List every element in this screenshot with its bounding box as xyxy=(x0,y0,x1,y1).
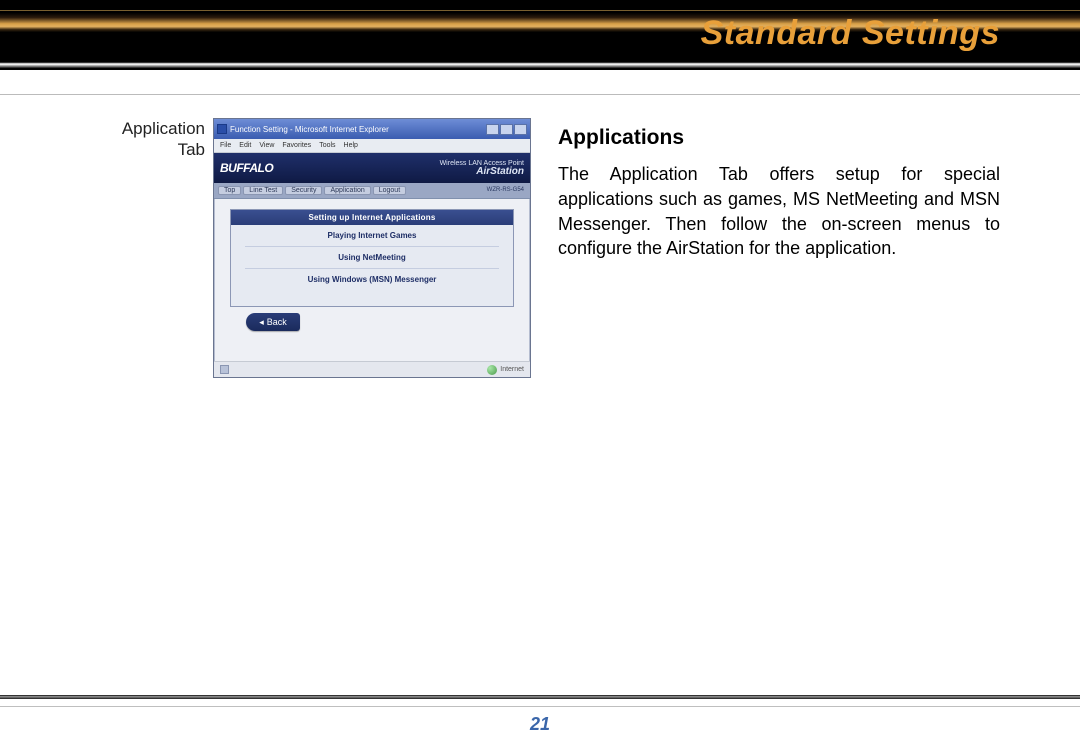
menu-item[interactable]: Tools xyxy=(319,142,335,149)
figure-caption: Application Tab xyxy=(105,118,205,161)
tab-security[interactable]: Security xyxy=(285,186,322,195)
footer-rule xyxy=(0,695,1080,699)
maximize-button[interactable] xyxy=(500,124,513,135)
app-link[interactable]: Using Windows (MSN) Messenger xyxy=(245,269,499,290)
content-area: Application Tab Function Setting - Micro… xyxy=(105,118,1000,657)
tab-logout[interactable]: Logout xyxy=(373,186,406,195)
app-link[interactable]: Playing Internet Games xyxy=(245,225,499,247)
back-button[interactable]: ◂ Back xyxy=(246,313,300,331)
airstation-brand: Wireless LAN Access PointAirStation xyxy=(440,160,524,177)
menu-item[interactable]: Edit xyxy=(239,142,251,149)
window-control-buttons xyxy=(486,124,527,135)
app-link[interactable]: Using NetMeeting xyxy=(245,247,499,269)
menu-item[interactable]: Favorites xyxy=(282,142,311,149)
browser-menubar: File Edit View Favorites Tools Help xyxy=(214,139,530,153)
header-band: Standard Settings xyxy=(0,0,1080,70)
embedded-screenshot: Function Setting - Microsoft Internet Ex… xyxy=(213,118,531,378)
header-subline xyxy=(0,94,1080,95)
window-titlebar: Function Setting - Microsoft Internet Ex… xyxy=(214,119,530,139)
minimize-button[interactable] xyxy=(486,124,499,135)
device-id-label: WZR-RS-G54 xyxy=(487,187,524,193)
tab-line-test[interactable]: Line Test xyxy=(243,186,283,195)
header-accent-line xyxy=(0,10,1080,11)
section-heading: Applications xyxy=(558,126,684,150)
panel-heading: Setting up Internet Applications xyxy=(231,210,513,225)
close-button[interactable] xyxy=(514,124,527,135)
brand-banner: BUFFALO Wireless LAN Access PointAirStat… xyxy=(214,153,530,183)
applications-panel: Setting up Internet Applications Playing… xyxy=(230,209,514,307)
window-title: Function Setting - Microsoft Internet Ex… xyxy=(230,125,389,134)
internet-zone-icon xyxy=(487,365,497,375)
footer-band: 21 xyxy=(0,689,1080,747)
status-zone-label: Internet xyxy=(500,366,524,373)
section-body: The Application Tab offers setup for spe… xyxy=(558,162,1000,261)
header-rule xyxy=(0,62,1080,68)
browser-statusbar: Internet xyxy=(214,361,530,377)
tab-top[interactable]: Top xyxy=(218,186,241,195)
chevron-left-icon: ◂ xyxy=(259,317,264,328)
ie-icon xyxy=(217,124,227,134)
page-number: 21 xyxy=(0,714,1080,735)
menu-item[interactable]: File xyxy=(220,142,231,149)
menu-item[interactable]: View xyxy=(259,142,274,149)
nav-tabs: Top Line Test Security Application Logou… xyxy=(214,183,530,199)
status-box-icon xyxy=(220,365,229,374)
footer-subline xyxy=(0,706,1080,707)
menu-item[interactable]: Help xyxy=(344,142,358,149)
page-header-title: Standard Settings xyxy=(701,14,1000,53)
buffalo-logo: BUFFALO xyxy=(220,161,273,175)
tab-application[interactable]: Application xyxy=(324,186,370,195)
